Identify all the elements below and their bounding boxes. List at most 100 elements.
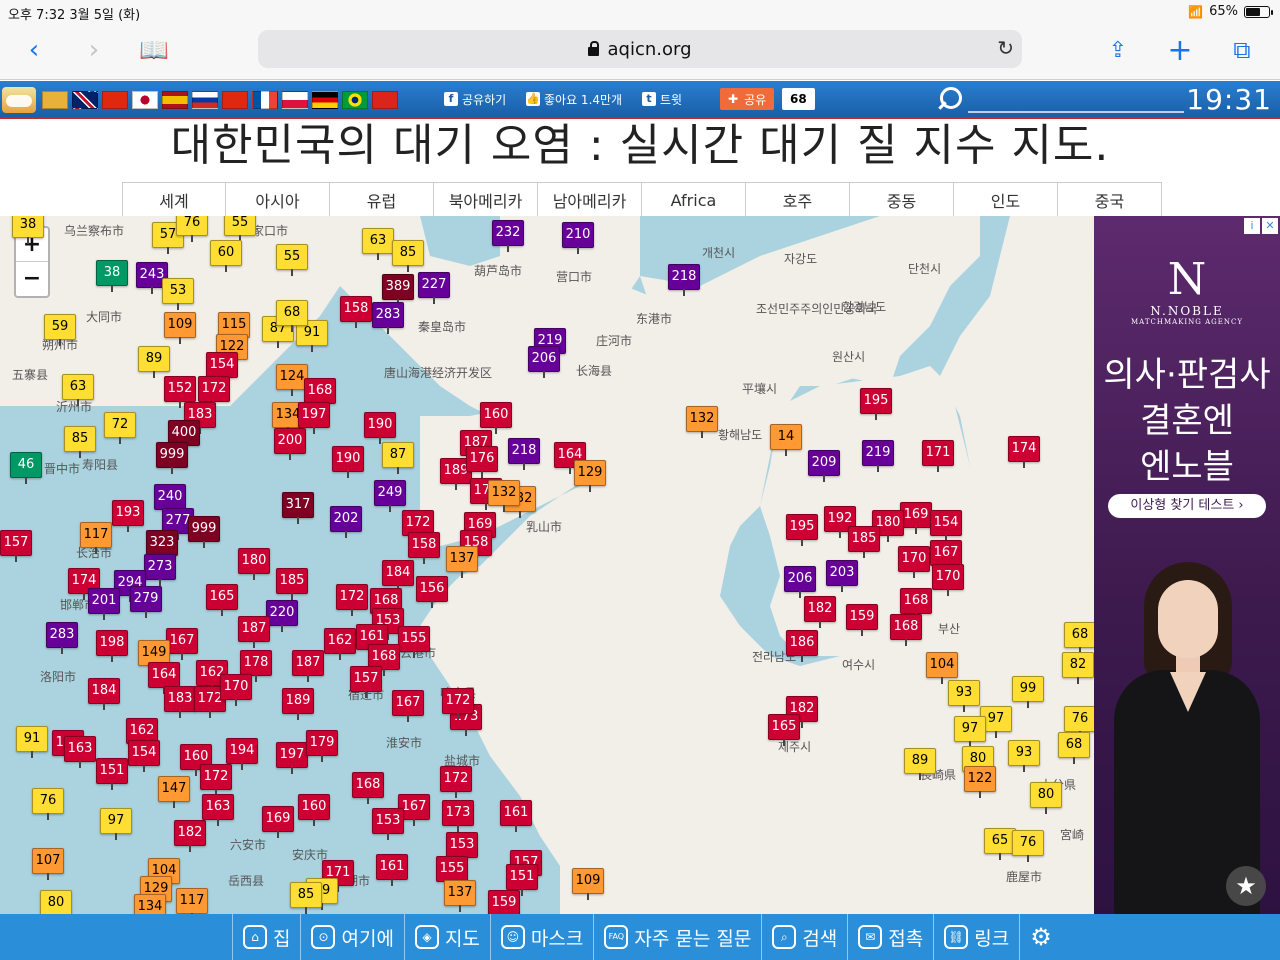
aqi-marker[interactable]: 999 <box>188 516 220 548</box>
aqi-marker[interactable]: 198 <box>96 630 128 662</box>
nav-item-7[interactable]: ⛓ 링크 <box>933 914 1019 960</box>
aqi-marker[interactable]: 187 <box>238 616 270 648</box>
settings-gear-icon[interactable]: ⚙ <box>1019 914 1062 960</box>
aqi-marker[interactable]: 218 <box>508 438 540 470</box>
forward-icon[interactable]: › <box>74 32 114 68</box>
address-bar[interactable]: aqicn.org ↻ <box>258 30 1022 68</box>
nav-item-6[interactable]: ✉ 접촉 <box>847 914 933 960</box>
aqi-marker[interactable]: 93 <box>1008 740 1040 772</box>
aqi-marker[interactable]: 174 <box>1008 436 1040 468</box>
aqi-marker[interactable]: 129 <box>574 460 606 492</box>
aqi-marker[interactable]: 167 <box>166 628 198 660</box>
aqi-marker[interactable]: 182 <box>174 820 206 852</box>
aqi-marker[interactable]: 165 <box>206 584 238 616</box>
new-tab-icon[interactable]: + <box>1160 32 1200 68</box>
flag-france-icon[interactable] <box>252 91 278 109</box>
aqi-marker[interactable]: 249 <box>374 480 406 512</box>
search-input[interactable] <box>968 111 1184 113</box>
aqi-marker[interactable]: 179 <box>306 730 338 762</box>
aqi-marker[interactable]: 170 <box>932 564 964 596</box>
zoom-out-button[interactable]: − <box>16 262 48 296</box>
aqi-marker[interactable]: 14 <box>770 424 802 456</box>
aqi-marker[interactable]: 203 <box>826 560 858 592</box>
facebook-share-button[interactable]: f 공유하기 <box>444 87 506 111</box>
aqi-marker[interactable]: 85 <box>392 240 424 272</box>
aqi-marker[interactable]: 158 <box>340 296 372 328</box>
aqicn-logo-icon[interactable] <box>2 87 36 113</box>
aqi-marker[interactable]: 168 <box>900 588 932 620</box>
region-tab-6[interactable]: 호주 <box>746 183 850 217</box>
aqi-marker[interactable]: 185 <box>848 526 880 558</box>
aqi-marker[interactable]: 153 <box>446 832 478 864</box>
aqi-marker[interactable]: 173 <box>442 800 474 832</box>
aqi-marker[interactable]: 93 <box>948 680 980 712</box>
ad-cta-button[interactable]: 이상형 찾기 테스트 › <box>1108 494 1266 518</box>
aqi-marker[interactable]: 152 <box>164 376 196 408</box>
aqi-marker[interactable]: 194 <box>226 738 258 770</box>
aqi-marker[interactable]: 170 <box>898 546 930 578</box>
aqi-marker[interactable]: 202 <box>330 506 362 538</box>
back-icon[interactable]: ‹ <box>14 32 54 68</box>
aqi-marker[interactable]: 167 <box>392 690 424 722</box>
aqi-marker[interactable]: 165 <box>768 714 800 746</box>
region-tab-3[interactable]: 북아메리카 <box>434 183 538 217</box>
aqi-marker[interactable]: 182 <box>804 596 836 628</box>
aqi-marker[interactable]: 190 <box>332 446 364 478</box>
region-tab-8[interactable]: 인도 <box>954 183 1058 217</box>
aqi-marker[interactable]: 158 <box>408 532 440 564</box>
reload-icon[interactable]: ↻ <box>997 36 1014 60</box>
aqi-marker[interactable]: 55 <box>224 216 256 242</box>
region-tab-1[interactable]: 아시아 <box>226 183 330 217</box>
aqi-marker[interactable]: 91 <box>16 726 48 758</box>
aqi-marker[interactable]: 187 <box>292 650 324 682</box>
aqi-marker[interactable]: 184 <box>88 678 120 710</box>
region-tab-5[interactable]: Africa <box>642 183 746 217</box>
aqi-marker[interactable]: 76 <box>176 216 208 242</box>
aqi-marker[interactable]: 53 <box>162 278 194 310</box>
aqi-marker[interactable]: 157 <box>0 530 32 562</box>
aqi-map[interactable]: + − 乌兰察布市张家口市大同市朔州市五寨县沂州市晋中市寿阳县长治市邯郸市洛阳市… <box>0 216 1094 914</box>
nav-item-1[interactable]: ⊙ 여기에 <box>300 914 403 960</box>
flag-spain-icon[interactable] <box>162 91 188 109</box>
aqi-marker[interactable]: 172 <box>198 376 230 408</box>
aqi-marker[interactable]: 161 <box>500 800 532 832</box>
aqi-marker[interactable]: 87 <box>382 442 414 474</box>
region-tab-0[interactable]: 세계 <box>122 183 226 217</box>
flag-cn-region-icon[interactable] <box>42 91 68 109</box>
aqi-marker[interactable]: 169 <box>262 806 294 838</box>
aqi-marker[interactable]: 68 <box>1064 622 1094 654</box>
aqi-marker[interactable]: 122 <box>964 766 996 798</box>
aqi-marker[interactable]: 76 <box>1064 706 1094 738</box>
aqi-marker[interactable]: 60 <box>210 240 242 272</box>
aqi-marker[interactable]: 206 <box>528 346 560 378</box>
aqi-marker[interactable]: 151 <box>506 864 538 896</box>
like-button[interactable]: 👍 좋아요 1.4만개 <box>526 87 622 111</box>
aqi-marker[interactable]: 160 <box>298 794 330 826</box>
nav-item-5[interactable]: ⌕ 검색 <box>761 914 847 960</box>
aqi-marker[interactable]: 170 <box>220 674 252 706</box>
aqi-marker[interactable]: 46 <box>10 452 42 484</box>
flag-hongkong-icon[interactable] <box>222 91 248 109</box>
aqi-marker[interactable]: 210 <box>562 222 594 254</box>
aqi-marker[interactable]: 132 <box>488 480 520 512</box>
aqi-marker[interactable]: 197 <box>298 402 330 434</box>
nav-item-4[interactable]: FAQ 자주 묻는 질문 <box>593 914 761 960</box>
aqi-marker[interactable]: 76 <box>1012 830 1044 862</box>
aqi-marker[interactable]: 38 <box>96 260 128 292</box>
aqi-marker[interactable]: 169 <box>900 502 932 534</box>
aqi-marker[interactable]: 283 <box>46 622 78 654</box>
aqi-marker[interactable]: 155 <box>436 856 468 888</box>
favorite-star-icon[interactable]: ★ <box>1226 866 1266 906</box>
aqi-marker[interactable]: 190 <box>364 412 396 444</box>
aqi-marker[interactable]: 999 <box>156 442 188 474</box>
aqi-marker[interactable]: 155 <box>398 626 430 658</box>
aqi-marker[interactable]: 85 <box>290 882 322 914</box>
nav-item-2[interactable]: ◈ 지도 <box>403 914 490 960</box>
aqi-marker[interactable]: 183 <box>164 686 196 718</box>
aqi-marker[interactable]: 163 <box>64 736 96 768</box>
aqi-marker[interactable]: 117 <box>80 522 112 554</box>
aqi-marker[interactable]: 80 <box>1030 782 1062 814</box>
aqi-marker[interactable]: 273 <box>144 554 176 586</box>
flag-poland-icon[interactable] <box>282 91 308 109</box>
aqi-marker[interactable]: 317 <box>282 492 314 524</box>
